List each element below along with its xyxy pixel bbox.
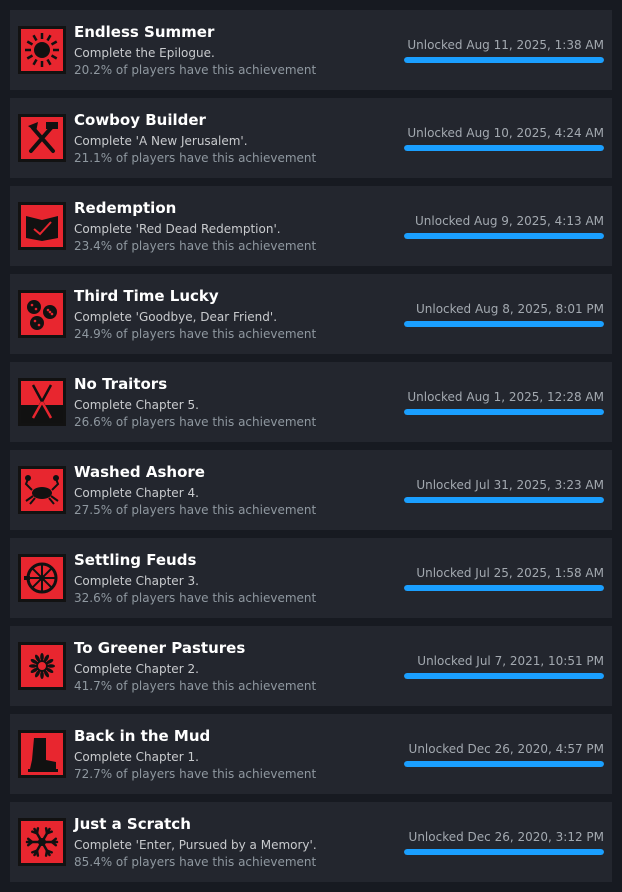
- hammer-axe-icon: [18, 114, 66, 162]
- progress-bar-fill: [404, 145, 604, 151]
- progress-bar: [404, 409, 604, 415]
- progress-bar-fill: [404, 585, 604, 591]
- achievement-title: Third Time Lucky: [74, 287, 219, 305]
- achievement-description: Complete 'Enter, Pursued by a Memory'.: [74, 838, 317, 852]
- achievement-rarity: 32.6% of players have this achievement: [74, 591, 317, 605]
- progress-bar-fill: [404, 233, 604, 239]
- progress-bar: [404, 849, 604, 855]
- achievement-description: Complete Chapter 3.: [74, 574, 199, 588]
- progress-bar: [404, 321, 604, 327]
- wagon-wheel-icon: [18, 554, 66, 602]
- unlock-date: Unlocked Aug 9, 2025, 4:13 AM: [415, 214, 604, 228]
- unlock-date: Unlocked Jul 7, 2021, 10:51 PM: [417, 654, 604, 668]
- progress-bar-fill: [404, 673, 604, 679]
- journal-icon: [18, 202, 66, 250]
- achievement-description: Complete 'Goodbye, Dear Friend'.: [74, 310, 278, 324]
- achievement-row[interactable]: Redemption Complete 'Red Dead Redemption'…: [10, 186, 612, 266]
- achievement-row[interactable]: No Traitors Complete Chapter 5. 26.6% of p…: [10, 362, 612, 442]
- flower-icon: [18, 642, 66, 690]
- unlock-date: Unlocked Jul 31, 2025, 3:23 AM: [416, 478, 604, 492]
- achievement-description: Complete Chapter 5.: [74, 398, 199, 412]
- unlock-date: Unlocked Aug 1, 2025, 12:28 AM: [407, 390, 604, 404]
- progress-bar: [404, 673, 604, 679]
- progress-bar: [404, 57, 604, 63]
- progress-bar-fill: [404, 497, 604, 503]
- achievement-row[interactable]: Third Time Lucky Complete 'Goodbye, Dear …: [10, 274, 612, 354]
- achievement-rarity: 20.2% of players have this achievement: [74, 63, 317, 77]
- progress-bar: [404, 761, 604, 767]
- achievement-title: Back in the Mud: [74, 727, 211, 745]
- achievement-title: Just a Scratch: [74, 815, 191, 833]
- achievement-description: Complete Chapter 1.: [74, 750, 199, 764]
- unlock-date: Unlocked Aug 10, 2025, 4:24 AM: [407, 126, 604, 140]
- achievement-row[interactable]: Back in the Mud Complete Chapter 1. 72.7% …: [10, 714, 612, 794]
- progress-bar-fill: [404, 409, 604, 415]
- achievement-rarity: 21.1% of players have this achievement: [74, 151, 317, 165]
- achievement-row[interactable]: To Greener Pastures Complete Chapter 2. 41…: [10, 626, 612, 706]
- achievement-description: Complete 'A New Jerusalem'.: [74, 134, 248, 148]
- unlock-date: Unlocked Dec 26, 2020, 3:12 PM: [408, 830, 604, 844]
- unlock-date: Unlocked Jul 25, 2025, 1:58 AM: [416, 566, 604, 580]
- dice-icon: [18, 290, 66, 338]
- crossed-swords-icon: [18, 378, 66, 426]
- progress-bar-fill: [404, 57, 604, 63]
- achievement-list: Endless Summer Complete the Epilogue. 20.2…: [0, 0, 622, 892]
- crab-icon: [18, 466, 66, 514]
- achievement-rarity: 24.9% of players have this achievement: [74, 327, 317, 341]
- progress-bar-fill: [404, 321, 604, 327]
- achievement-title: To Greener Pastures: [74, 639, 246, 657]
- achievement-title: No Traitors: [74, 375, 168, 393]
- achievement-row[interactable]: Just a Scratch Complete 'Enter, Pursued b…: [10, 802, 612, 882]
- achievement-rarity: 41.7% of players have this achievement: [74, 679, 317, 693]
- achievement-description: Complete Chapter 4.: [74, 486, 199, 500]
- boot-icon: [18, 730, 66, 778]
- achievement-description: Complete 'Red Dead Redemption'.: [74, 222, 281, 236]
- achievement-title: Endless Summer: [74, 23, 215, 41]
- achievement-rarity: 27.5% of players have this achievement: [74, 503, 317, 517]
- progress-bar: [404, 145, 604, 151]
- achievement-description: Complete the Epilogue.: [74, 46, 215, 60]
- unlock-date: Unlocked Aug 8, 2025, 8:01 PM: [415, 302, 604, 316]
- achievement-row[interactable]: Settling Feuds Complete Chapter 3. 32.6% o…: [10, 538, 612, 618]
- progress-bar: [404, 497, 604, 503]
- progress-bar-fill: [404, 849, 604, 855]
- achievement-title: Cowboy Builder: [74, 111, 206, 129]
- achievement-rarity: 72.7% of players have this achievement: [74, 767, 317, 781]
- progress-bar: [404, 585, 604, 591]
- achievement-rarity: 26.6% of players have this achievement: [74, 415, 317, 429]
- progress-bar-fill: [404, 761, 604, 767]
- achievement-rarity: 23.4% of players have this achievement: [74, 239, 317, 253]
- achievement-title: Redemption: [74, 199, 177, 217]
- achievement-row[interactable]: Endless Summer Complete the Epilogue. 20.2…: [10, 10, 612, 90]
- unlock-date: Unlocked Dec 26, 2020, 4:57 PM: [408, 742, 604, 756]
- snowflake-icon: [18, 818, 66, 866]
- achievement-title: Settling Feuds: [74, 551, 197, 569]
- achievement-description: Complete Chapter 2.: [74, 662, 199, 676]
- sun-icon: [18, 26, 66, 74]
- achievement-row[interactable]: Washed Ashore Complete Chapter 4. 27.5% of…: [10, 450, 612, 530]
- achievement-rarity: 85.4% of players have this achievement: [74, 855, 317, 869]
- unlock-date: Unlocked Aug 11, 2025, 1:38 AM: [407, 38, 604, 52]
- achievement-row[interactable]: Cowboy Builder Complete 'A New Jerusalem'…: [10, 98, 612, 178]
- progress-bar: [404, 233, 604, 239]
- achievement-title: Washed Ashore: [74, 463, 205, 481]
